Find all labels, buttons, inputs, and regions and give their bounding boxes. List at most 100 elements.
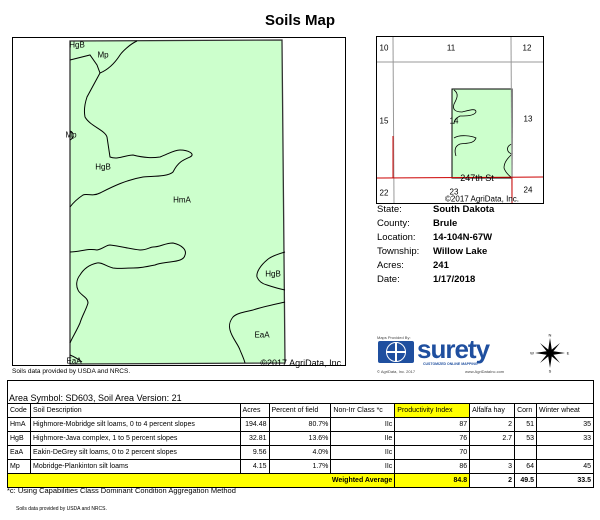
logo-brand: surety	[417, 334, 490, 364]
logo-url: www.AgriDataInc.com	[465, 369, 505, 374]
footnote: *c: Using Capabilities Class Dominant Co…	[7, 486, 236, 495]
soil-label: HgB	[265, 269, 281, 279]
section-label: 15	[379, 116, 389, 126]
header-class: Non-Irr Class *c	[330, 403, 396, 418]
cell-percent: 4.0%	[268, 445, 332, 460]
header-description: Soil Description	[29, 403, 241, 418]
cell-alfalfa: 3	[469, 459, 516, 474]
table-row: Mp Mobridge-Plankinton silt loams 4.15 1.7%…	[7, 459, 594, 474]
cell-alfalfa: 2.7	[469, 431, 516, 446]
header-corn: Corn	[514, 403, 538, 418]
cell-code: HgB	[7, 431, 31, 446]
cell-acres: 4.15	[239, 459, 270, 474]
compass-rose-icon: N S E W	[530, 332, 570, 374]
surety-logo: Maps Provided By: surety CUSTOMIZED ONLI…	[377, 335, 517, 375]
compass-s: S	[548, 368, 552, 374]
compass-e: E	[566, 350, 570, 356]
header-acres: Acres	[239, 403, 270, 418]
cell-corn: 64	[514, 459, 538, 474]
cell-wheat: 35	[536, 417, 594, 432]
weighted-wheat: 33.5	[536, 473, 594, 488]
header-code: Code	[7, 403, 31, 418]
inset-map: 10 11 12 15 14 13 22 23 24 247th St ©201…	[376, 36, 544, 204]
cell-percent: 80.7%	[268, 417, 332, 432]
cell-wheat	[536, 445, 594, 460]
cell-description: Highmore-Java complex, 1 to 5 percent sl…	[29, 431, 241, 446]
cell-productivity: 76	[394, 431, 471, 446]
weighted-corn: 49.5	[514, 473, 538, 488]
section-label: 22	[379, 188, 389, 198]
cell-code: Mp	[7, 459, 31, 474]
cell-percent: 1.7%	[268, 459, 332, 474]
table-row: EaA Eakin-DeGrey silt loams, 0 to 2 perce…	[7, 445, 594, 460]
road-label: 247th St	[460, 173, 494, 183]
info-value: Willow Lake	[433, 246, 488, 257]
cell-acres: 194.48	[239, 417, 270, 432]
table-header-row: Code Soil Description Acres Percent of f…	[7, 403, 594, 418]
soils-table-box: Area Symbol: SD603, Soil Area Version: 2…	[6, 380, 594, 488]
cell-code: EaA	[7, 445, 31, 460]
soils-map: HgB Mp Mp HgB HmA HgB EaA EaA ©2017 Agri…	[0, 0, 370, 380]
soils-table: Code Soil Description Acres Percent of f…	[6, 403, 594, 488]
info-value: 14-104N-67W	[433, 232, 493, 243]
info-value: South Dakota	[433, 204, 495, 215]
map-copyright: ©2017 AgriData, Inc.	[260, 358, 344, 368]
info-label: State:	[377, 204, 402, 215]
footer-source: Soils data provided by USDA and NRCS.	[16, 506, 107, 512]
globe-icon	[378, 341, 414, 363]
cell-corn: 51	[514, 417, 538, 432]
header-wheat: Winter wheat	[536, 403, 594, 418]
info-label: Location:	[377, 232, 416, 243]
soil-label: HgB	[69, 40, 85, 50]
cell-class: IIc	[330, 417, 396, 432]
info-label: County:	[377, 218, 410, 229]
area-symbol: Area Symbol: SD603, Soil Area Version: 2…	[9, 393, 182, 403]
info-value: Brule	[433, 218, 458, 229]
header-alfalfa: Alfalfa hay	[469, 403, 516, 418]
logo-provided: Maps Provided By:	[377, 335, 411, 340]
cell-class: IIe	[330, 431, 396, 446]
cell-percent: 13.6%	[268, 431, 332, 446]
soil-label: HgB	[95, 162, 111, 172]
cell-code: HmA	[7, 417, 31, 432]
table-row: HmA Highmore-Mobridge silt loams, 0 to 4 …	[7, 417, 594, 432]
weighted-pi: 84.8	[394, 473, 471, 488]
cell-class: IIc	[330, 459, 396, 474]
logo-copyright: © AgriData, Inc. 2017	[377, 369, 416, 374]
cell-wheat: 45	[536, 459, 594, 474]
cell-acres: 9.56	[239, 445, 270, 460]
cell-productivity: 70	[394, 445, 471, 460]
header-percent: Percent of field	[268, 403, 332, 418]
section-label: 10	[379, 43, 389, 53]
weighted-alfalfa: 2	[469, 473, 516, 488]
cell-productivity: 87	[394, 417, 471, 432]
cell-description: Highmore-Mobridge silt loams, 0 to 4 per…	[29, 417, 241, 432]
header-productivity: Productivity Index	[394, 403, 471, 418]
cell-wheat: 33	[536, 431, 594, 446]
section-label: 24	[523, 185, 533, 195]
cell-class: IIc	[330, 445, 396, 460]
cell-description: Mobridge-Plankinton silt loams	[29, 459, 241, 474]
info-value: 1/17/2018	[433, 274, 476, 285]
info-label: Date:	[377, 274, 400, 285]
cell-corn	[514, 445, 538, 460]
cell-productivity: 86	[394, 459, 471, 474]
compass-n: N	[548, 332, 552, 338]
table-row: HgB Highmore-Java complex, 1 to 5 percent…	[7, 431, 594, 446]
inset-copyright: ©2017 AgriData, Inc.	[445, 194, 519, 204]
cell-acres: 32.81	[239, 431, 270, 446]
soil-label: HmA	[173, 195, 191, 205]
field-info: State: South Dakota County: Brule Location…	[377, 204, 494, 288]
section-label: 13	[523, 114, 533, 124]
info-label: Township:	[377, 246, 420, 257]
compass-w: W	[530, 350, 534, 356]
cell-description: Eakin-DeGrey silt loams, 0 to 2 percent …	[29, 445, 241, 460]
cell-corn: 53	[514, 431, 538, 446]
soil-label: Mp	[97, 50, 109, 60]
section-label: 11	[446, 43, 456, 53]
soil-label: Mp	[65, 130, 77, 140]
info-label: Acres:	[377, 260, 404, 271]
map-source: Soils data provided by USDA and NRCS.	[12, 368, 131, 375]
section-label: 14	[449, 116, 459, 126]
info-value: 241	[433, 260, 449, 271]
